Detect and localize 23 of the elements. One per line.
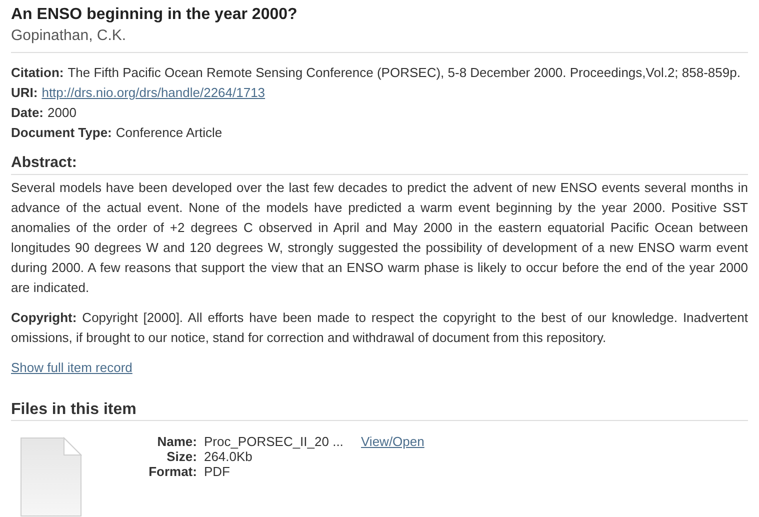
field-value: 2000 [48, 104, 76, 122]
abstract-text: Several models have been developed over the last few decades to predict the advent of new ENSO events several months in advance of the actual event. None of the models have predicted a warm event beginning by the year 2000. Positive SST anomalies of the order of +2 degrees C observed in April and May 2000 in the eastern equatorial Pacific Ocean between longitudes 90 degrees W and 120 degrees W, strongly suggested the possibility of development of a new ENSO warm event during 2000. A few reasons that support the view that an ENSO warm phase is likely to occur before the end of the year 2000 are indicated. [11, 179, 748, 297]
field-value: Conference Article [116, 124, 222, 142]
file-icon[interactable] [20, 437, 82, 517]
full-record-link[interactable]: Show full item record [11, 358, 132, 378]
field-label: URI: [11, 84, 38, 102]
file-detail-value: PDF [204, 464, 231, 479]
section-heading: Abstract: [11, 153, 78, 173]
field-value: The Fifth Pacific Ocean Remote Sensing Conference (PORSEC), 5-8 December 2000. Proceedings,Vol.2; 858-859p. [68, 64, 740, 82]
file-detail-value: Proc_PORSEC_II_20 ... [204, 434, 344, 449]
copyright-text: Copyright: Copyright [2000]. All efforts have been made to respect the copyright to the best of our knowledge. Inadvertent omissions, if brought to our notice, stand for correction and withdrawal of document from this repository. [11, 309, 748, 347]
file-detail-value: 264.0Kb [204, 449, 254, 464]
author-name: Gopinathan, C.K. [11, 26, 128, 46]
file-detail-label: Name: [156, 434, 197, 449]
field-label: Citation: [11, 64, 64, 82]
page-title: An ENSO beginning in the year 2000? [11, 5, 298, 25]
view-open-link[interactable]: View/Open [361, 434, 424, 449]
field-label: Document Type: [11, 124, 112, 142]
section-heading: Files in this item [11, 400, 138, 420]
file-detail-label: Format: [148, 464, 197, 479]
file-detail-label: Size: [166, 449, 197, 464]
field-label: Date: [11, 104, 44, 122]
uri-link[interactable]: http://drs.nio.org/drs/handle/2264/1713 [42, 83, 266, 103]
